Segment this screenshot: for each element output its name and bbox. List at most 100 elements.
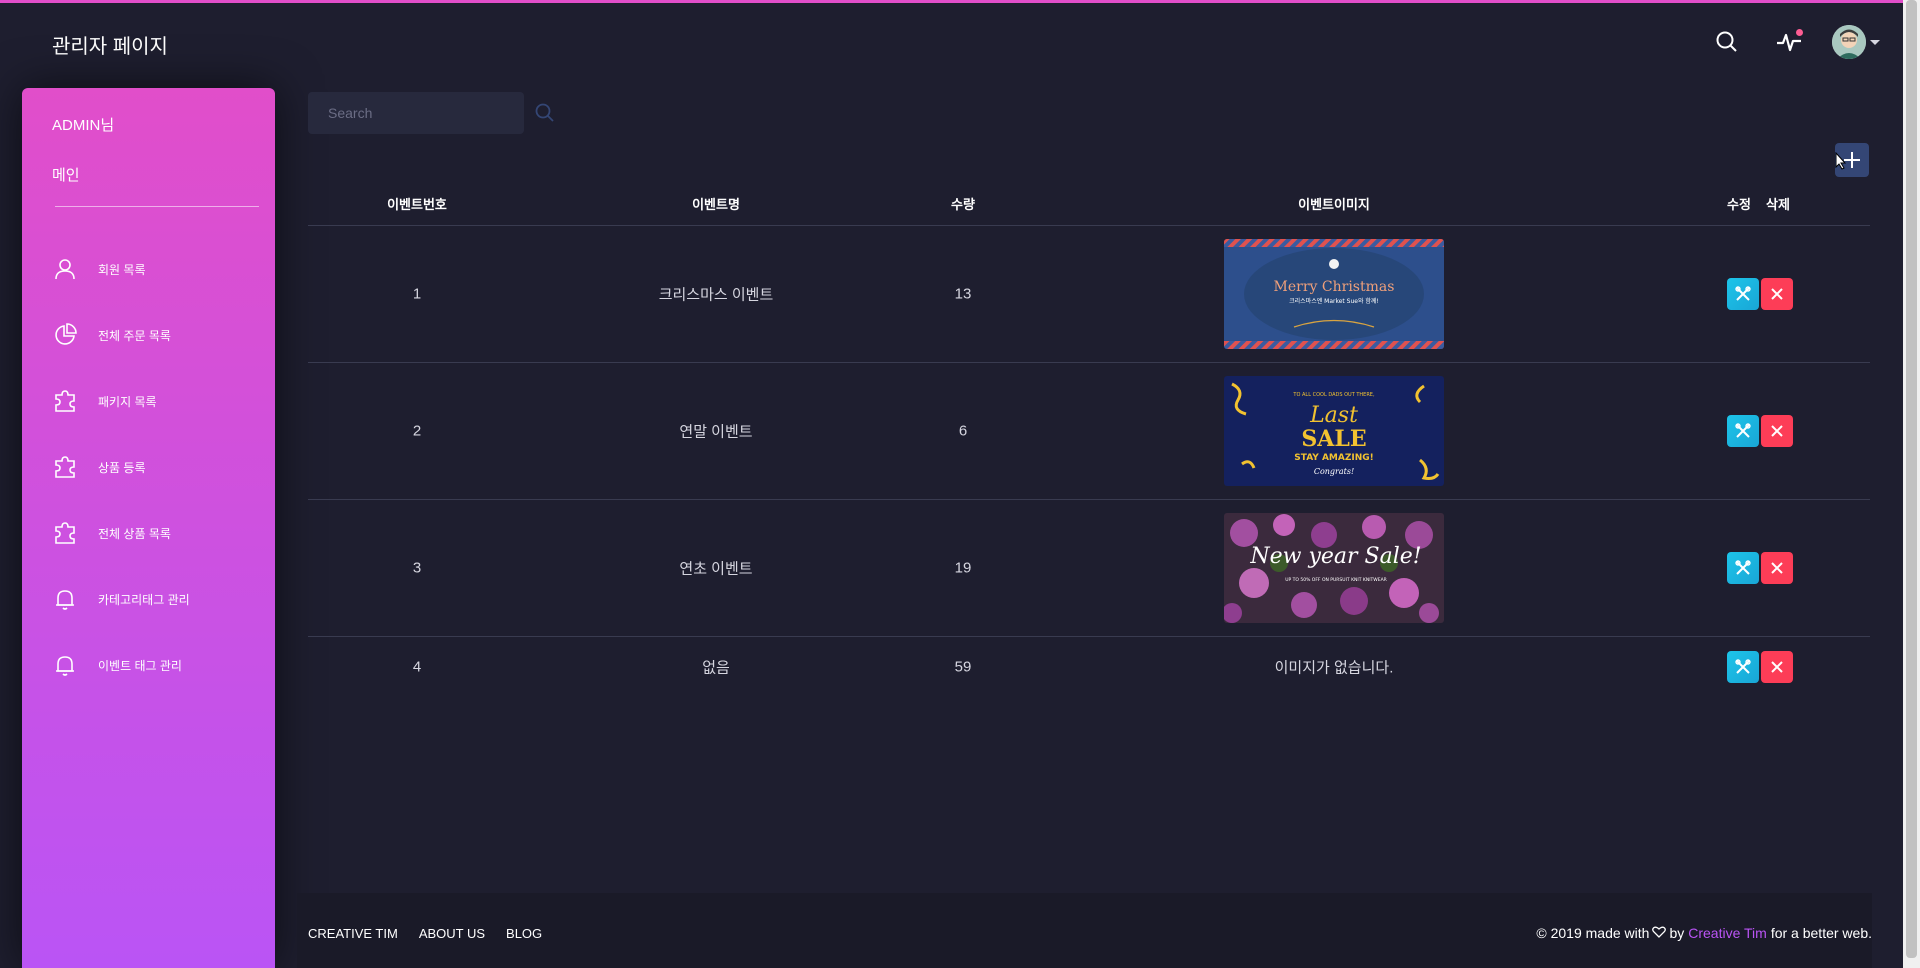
close-icon	[1771, 562, 1783, 574]
event-number: 1	[412, 285, 422, 303]
event-number: 3	[412, 559, 422, 577]
search-icon[interactable]	[534, 102, 556, 124]
sidebar-item-label: 카테고리태그 관리	[98, 592, 190, 607]
close-icon	[1771, 425, 1783, 437]
footer-brand-link[interactable]: Creative Tim	[1688, 925, 1767, 941]
close-icon	[1771, 661, 1783, 673]
sidebar-item-event-tags[interactable]: 이벤트 태그 관리	[22, 632, 275, 698]
sidebar-item-label: 패키지 목록	[98, 394, 157, 409]
event-image-last-sale: TO ALL COOL DADS OUT THERE, Last SALE ST…	[1224, 376, 1444, 486]
row-actions	[1727, 278, 1793, 310]
sale-top-text: TO ALL COOL DADS OUT THERE,	[1292, 392, 1375, 398]
sidebar-item-main[interactable]: 메인	[52, 164, 80, 185]
copyright-by: by	[1669, 925, 1685, 941]
col-event-name: 이벤트명	[692, 197, 740, 212]
pie-chart-icon	[52, 322, 78, 348]
event-quantity: 6	[958, 422, 968, 440]
scrollbar-thumb[interactable]	[1906, 0, 1917, 958]
sidebar: ADMIN님 메인 회원 목록 전체 주문 목록 패키지 목록 상품 등록 전체…	[22, 88, 275, 968]
sidebar-item-members[interactable]: 회원 목록	[22, 236, 275, 302]
sidebar-item-label: 상품 등록	[98, 460, 146, 475]
puzzle-icon	[52, 520, 78, 546]
navbar-actions	[1712, 25, 1880, 59]
tools-icon	[1735, 286, 1751, 301]
sale-line1: Last	[1309, 403, 1358, 428]
sidebar-menu: 회원 목록 전체 주문 목록 패키지 목록 상품 등록 전체 상품 목록 카테고…	[22, 236, 275, 698]
sidebar-username: ADMIN님	[52, 117, 115, 134]
event-quantity: 59	[954, 658, 972, 676]
tools-icon	[1735, 423, 1751, 438]
sidebar-divider	[55, 206, 259, 207]
edit-button[interactable]	[1727, 552, 1759, 584]
delete-button[interactable]	[1761, 552, 1793, 584]
notification-dot	[1796, 29, 1803, 36]
row-actions	[1727, 415, 1793, 447]
event-number: 4	[412, 658, 422, 676]
sidebar-item-label: 이벤트 태그 관리	[98, 658, 182, 673]
event-name: 연초 이벤트	[679, 560, 753, 578]
footer-link-about-us[interactable]: ABOUT US	[419, 926, 485, 941]
tools-icon	[1735, 560, 1751, 575]
user-menu[interactable]	[1832, 25, 1880, 59]
new-year-title: New year Sale!	[1249, 544, 1421, 569]
sidebar-item-product-register[interactable]: 상품 등록	[22, 434, 275, 500]
event-image-christmas: Merry Christmas 크리스마스엔 Market Sue와 함께!	[1224, 239, 1444, 349]
events-table: 이벤트번호 이벤트명 수량 이벤트이미지 수정 삭제 1 크리스마스 이벤트 1…	[308, 180, 1870, 697]
footer-copyright: © 2019 made with by Creative Tim for a b…	[1536, 925, 1872, 941]
sale-line3: STAY AMAZING!	[1294, 453, 1373, 463]
puzzle-icon	[52, 388, 78, 414]
event-number: 2	[412, 422, 422, 440]
col-event-image: 이벤트이미지	[1298, 197, 1370, 212]
col-edit: 수정	[1727, 197, 1751, 212]
pulse-icon[interactable]	[1774, 27, 1804, 57]
sidebar-item-orders[interactable]: 전체 주문 목록	[22, 302, 275, 368]
sidebar-item-all-products[interactable]: 전체 상품 목록	[22, 500, 275, 566]
sidebar-item-packages[interactable]: 패키지 목록	[22, 368, 275, 434]
delete-button[interactable]	[1761, 415, 1793, 447]
event-name: 크리스마스 이벤트	[658, 286, 774, 304]
row-actions	[1727, 651, 1793, 683]
heart-icon	[1652, 925, 1667, 941]
delete-button[interactable]	[1761, 278, 1793, 310]
footer-link-creative-tim[interactable]: CREATIVE TIM	[308, 926, 398, 941]
sale-line2: SALE	[1301, 426, 1366, 452]
bell-icon	[52, 586, 78, 612]
table-row: 2 연말 이벤트 6 TO ALL COOL DADS OUT THERE, L…	[308, 363, 1870, 500]
footer-link-blog[interactable]: BLOG	[506, 926, 542, 941]
mouse-cursor	[1835, 151, 1847, 175]
search-input[interactable]	[308, 92, 524, 134]
bell-icon	[52, 652, 78, 678]
sale-line4: Congrats!	[1314, 467, 1354, 476]
sidebar-item-label: 전체 상품 목록	[98, 526, 171, 541]
event-name: 없음	[702, 659, 730, 677]
table-row: 4 없음 59 이미지가 없습니다.	[308, 637, 1870, 697]
sidebar-item-category-tags[interactable]: 카테고리태그 관리	[22, 566, 275, 632]
new-year-subtitle: UP TO 50% OFF ON PURSUIT KNIT KNITWEAR	[1285, 577, 1387, 583]
sidebar-item-label: 전체 주문 목록	[98, 328, 171, 343]
table-header: 이벤트번호 이벤트명 수량 이벤트이미지 수정 삭제	[308, 180, 1870, 226]
puzzle-icon	[52, 454, 78, 480]
copyright-suffix: for a better web.	[1770, 925, 1872, 941]
sidebar-item-label: 회원 목록	[98, 262, 146, 277]
tools-icon	[1735, 659, 1751, 674]
row-actions	[1727, 552, 1793, 584]
chevron-down-icon[interactable]	[1870, 39, 1880, 45]
page-scrollbar[interactable]	[1903, 0, 1920, 968]
edit-button[interactable]	[1727, 651, 1759, 683]
user-icon	[52, 256, 78, 282]
edit-button[interactable]	[1727, 278, 1759, 310]
event-image-new-year: New year Sale! UP TO 50% OFF ON PURSUIT …	[1224, 513, 1444, 623]
event-quantity: 13	[954, 285, 972, 303]
footer-links: CREATIVE TIM ABOUT US BLOG	[308, 926, 542, 941]
delete-button[interactable]	[1761, 651, 1793, 683]
table-row: 1 크리스마스 이벤트 13 Merry Christmas 크리스마스엔 Ma…	[308, 226, 1870, 363]
col-delete: 삭제	[1766, 197, 1790, 212]
avatar[interactable]	[1832, 25, 1866, 59]
event-quantity: 19	[954, 559, 972, 577]
top-navbar: 관리자 페이지	[0, 3, 1900, 81]
edit-button[interactable]	[1727, 415, 1759, 447]
col-quantity: 수량	[951, 197, 975, 212]
app-title[interactable]: 관리자 페이지	[52, 30, 168, 59]
col-event-number: 이벤트번호	[387, 197, 447, 212]
search-icon[interactable]	[1712, 27, 1742, 57]
